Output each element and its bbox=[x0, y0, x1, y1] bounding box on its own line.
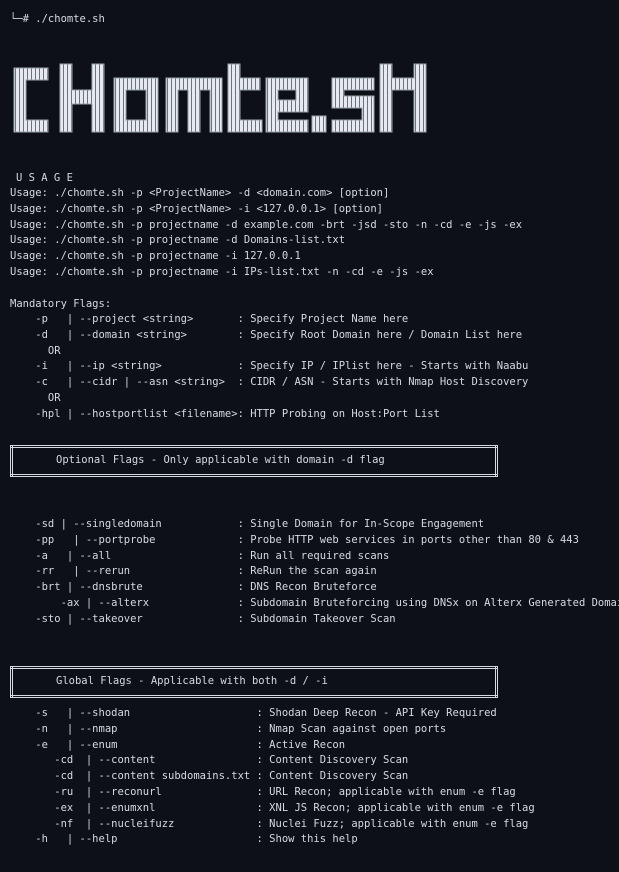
usage-line: Usage: ./chomte.sh -p projectname -i IPs… bbox=[10, 266, 434, 278]
mandatory-flags-title: Mandatory Flags: bbox=[10, 298, 112, 310]
flag-line: -brt | --dnsbrute : DNS Recon Bruteforce bbox=[10, 581, 377, 594]
flag-line: -sto | --takeover : Subdomain Takeover S… bbox=[10, 612, 396, 625]
global-flags-box: Global Flags - Applicable with both -d /… bbox=[10, 666, 498, 698]
flag-line: -ex | --enumxnl : XNL JS Recon; applicab… bbox=[10, 801, 535, 814]
usage-line: Usage: ./chomte.sh -p <ProjectName> -d <… bbox=[10, 187, 390, 199]
flag-line: -s | --shodan : Shodan Deep Recon - API … bbox=[10, 707, 497, 719]
flag-line: -h | --help : Show this help bbox=[10, 833, 358, 846]
flag-line: -c | --cidr | --asn <string> : CIDR / AS… bbox=[10, 376, 529, 389]
usage-line: Usage: ./chomte.sh -p <ProjectName> -i <… bbox=[10, 202, 383, 215]
prompt-line: └─# ./chomte.sh bbox=[10, 13, 105, 25]
usage-line: Usage: ./chomte.sh -p projectname -i 127… bbox=[10, 250, 301, 263]
flag-line: -n | --nmap : Nmap Scan against open por… bbox=[10, 722, 447, 735]
flag-line: -hpl | --hostportlist <filename>: HTTP P… bbox=[10, 407, 440, 420]
flag-line: -pp | --portprobe : Probe HTTP web servi… bbox=[10, 533, 579, 546]
flag-line: -cd | --content : Content Discovery Scan bbox=[10, 754, 409, 767]
flag-line: -e | --enum : Active Recon bbox=[10, 738, 346, 751]
flag-line: OR bbox=[10, 392, 61, 404]
flag-line: -a | --all : Run all required scans bbox=[10, 549, 390, 562]
flag-line: OR bbox=[10, 344, 61, 357]
optional-flags-title: Optional Flags - Only applicable with do… bbox=[56, 454, 385, 466]
flag-line: -i | --ip <string> : Specify IP / IPlist… bbox=[10, 360, 529, 373]
usage-header: U S A G E bbox=[16, 172, 73, 184]
usage-line: Usage: ./chomte.sh -p projectname -d exa… bbox=[10, 218, 523, 231]
global-flags-title: Global Flags - Applicable with both -d /… bbox=[56, 675, 328, 687]
flag-line: -d | --domain <string> : Specify Root Do… bbox=[10, 328, 523, 341]
flag-line: -ax | --alterx : Subdomain Bruteforcing … bbox=[10, 597, 619, 609]
optional-flags-box: Optional Flags - Only applicable with do… bbox=[10, 445, 498, 477]
flag-line: -rr | --rerun : ReRun the scan again bbox=[10, 565, 377, 578]
flag-line: -sd | --singledomain : Single Domain for… bbox=[10, 518, 485, 530]
flag-line: -ru | --reconurl : URL Recon; applicable… bbox=[10, 786, 516, 798]
flag-line: -cd | --content subdomains.txt : Content… bbox=[10, 770, 409, 783]
chomte-logo bbox=[13, 63, 427, 133]
flag-line: -nf | --nucleifuzz : Nuclei Fuzz; applic… bbox=[10, 817, 529, 830]
flag-line: -p | --project <string> : Specify Projec… bbox=[10, 313, 409, 325]
usage-line: Usage: ./chomte.sh -p projectname -d Dom… bbox=[10, 234, 346, 247]
